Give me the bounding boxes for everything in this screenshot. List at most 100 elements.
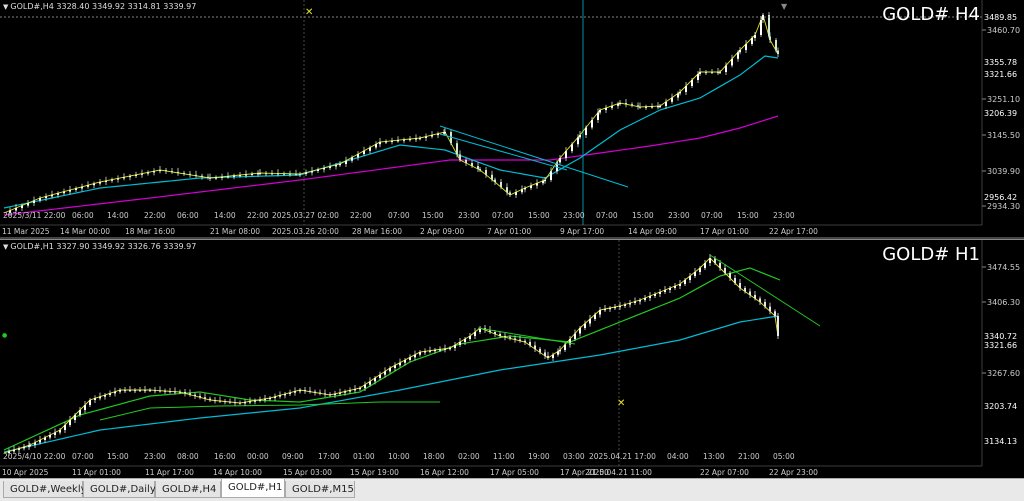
candle-body bbox=[725, 65, 727, 72]
candle-body bbox=[123, 177, 125, 179]
candle-body bbox=[79, 410, 81, 415]
candle-body bbox=[469, 336, 471, 339]
time-label: 22 Apr 23:00 bbox=[769, 468, 818, 477]
tab-gold-daily[interactable]: GOLD#,Daily bbox=[83, 481, 156, 498]
candle-body bbox=[691, 80, 693, 86]
candle-body bbox=[323, 168, 325, 170]
candle-body bbox=[547, 355, 549, 358]
candle-body bbox=[345, 160, 347, 164]
candle-body bbox=[409, 139, 411, 141]
h4-header-text: GOLD#,H4 3328.40 3349.92 3314.81 3339.97 bbox=[10, 2, 197, 11]
tab-gold-h4[interactable]: GOLD#,H4 bbox=[155, 481, 221, 498]
candle-body bbox=[93, 183, 95, 186]
time-label-inner: 15:00 bbox=[422, 211, 444, 220]
time-label: 18 Mar 16:00 bbox=[125, 227, 175, 236]
dropdown-triangle-icon[interactable]: ▼ bbox=[3, 3, 8, 11]
price-level-label: 3340.72 bbox=[984, 332, 1017, 341]
candle-body bbox=[619, 103, 621, 105]
candle-body bbox=[305, 172, 307, 174]
candle-body bbox=[257, 173, 259, 175]
candle-body bbox=[135, 174, 137, 176]
candle-body bbox=[29, 445, 31, 447]
chart-pane-h4[interactable]: ✕ ▼ 3460.70 3251.10 3145.50 3039.90 2934.30 348… bbox=[0, 0, 1024, 237]
candle-body bbox=[754, 35, 756, 38]
candle-body bbox=[44, 437, 46, 440]
candle-body bbox=[363, 150, 365, 155]
candle-body bbox=[631, 104, 633, 106]
candle-body bbox=[524, 188, 526, 190]
candle-body bbox=[651, 106, 653, 108]
candle-body bbox=[359, 388, 361, 390]
candle-body bbox=[506, 187, 508, 193]
candle-body bbox=[769, 36, 771, 40]
candle-body bbox=[391, 140, 393, 142]
candle-body bbox=[33, 200, 35, 203]
candle-body bbox=[294, 391, 296, 393]
time-label: 14 Mar 00:00 bbox=[60, 227, 110, 236]
candle-body bbox=[419, 138, 421, 140]
candle-body bbox=[509, 337, 511, 339]
candle-body bbox=[229, 401, 231, 403]
candle-body bbox=[705, 72, 707, 74]
candle-body bbox=[277, 173, 279, 175]
time-label: 11 Apr 17:00 bbox=[145, 468, 194, 477]
price-level-label: 3321.66 bbox=[984, 341, 1017, 350]
shift-marker-icon: ▼ bbox=[781, 2, 788, 11]
time-label-inner: 14:00 bbox=[107, 211, 129, 220]
candle-body bbox=[574, 333, 576, 339]
candle-body bbox=[274, 396, 276, 398]
candle-body bbox=[491, 174, 493, 180]
candle-body bbox=[624, 304, 626, 306]
candle-body bbox=[474, 332, 476, 336]
candle-body bbox=[69, 420, 71, 425]
time-label-inner: 22:00 bbox=[247, 211, 269, 220]
h1-chart-canvas[interactable]: ✕ ● 3474.55 3406.30 3267.60 3340.723321.66 320… bbox=[0, 240, 1024, 478]
candle-body bbox=[597, 112, 599, 120]
candle-body bbox=[529, 342, 531, 346]
candle-body bbox=[685, 86, 687, 92]
candle-body bbox=[84, 405, 86, 410]
candle-body bbox=[719, 72, 721, 74]
price-label: 3267.60 bbox=[987, 369, 1020, 378]
tab-gold-h1[interactable]: GOLD#,H1 bbox=[221, 479, 285, 498]
time-label-inner: 14:00 bbox=[214, 211, 236, 220]
candle-body bbox=[664, 290, 666, 292]
candle-body bbox=[697, 74, 699, 80]
price-level-label: 3203.74 bbox=[984, 402, 1017, 411]
dropdown-triangle-icon[interactable]: ▼ bbox=[3, 243, 8, 251]
candle-body bbox=[384, 371, 386, 375]
price-label: 3406.30 bbox=[987, 298, 1020, 307]
h4-chart-canvas[interactable]: ✕ ▼ 3460.70 3251.10 3145.50 3039.90 2934.30 348… bbox=[0, 0, 1024, 237]
time-label: 14 Apr 09:00 bbox=[628, 227, 677, 236]
tab-gold-m15[interactable]: GOLD#,M15 bbox=[285, 481, 355, 498]
candle-body bbox=[477, 166, 479, 169]
candle-body bbox=[536, 183, 538, 186]
crosshair-marker-icon: ✕ bbox=[305, 7, 313, 18]
price-label: 2934.30 bbox=[987, 202, 1020, 211]
time-label: 22 Apr 17:00 bbox=[769, 227, 818, 236]
candle-body bbox=[214, 400, 216, 402]
h4-title: GOLD# H4 bbox=[882, 4, 980, 25]
candle-body bbox=[153, 171, 155, 173]
candle-body bbox=[724, 268, 726, 273]
candle-body bbox=[299, 390, 301, 392]
chart-pane-h1[interactable]: ✕ ● 3474.55 3406.30 3267.60 3340.72 3321.66 320… bbox=[0, 239, 1024, 478]
candle-body bbox=[709, 258, 711, 263]
time-label: 17 Apr 01:00 bbox=[700, 227, 749, 236]
time-label-inner: 23:00 bbox=[144, 452, 166, 461]
candle-body bbox=[289, 392, 291, 394]
candle-body bbox=[577, 137, 579, 145]
candle-body bbox=[579, 328, 581, 334]
crosshair-marker-icon: ✕ bbox=[617, 398, 625, 409]
candle-body bbox=[129, 390, 131, 392]
price-label: 3474.55 bbox=[987, 263, 1020, 272]
candle-body bbox=[444, 348, 446, 350]
candle-body bbox=[731, 58, 733, 66]
candle-body bbox=[694, 272, 696, 276]
candle-body bbox=[604, 309, 606, 311]
h4-header: ▼ GOLD#,H4 3328.40 3349.92 3314.81 3339.9… bbox=[3, 2, 196, 11]
candle-body bbox=[164, 390, 166, 392]
candle-body bbox=[559, 350, 561, 352]
tab-gold-weekly[interactable]: GOLD#,Weekly bbox=[3, 481, 87, 498]
candle-body bbox=[284, 394, 286, 396]
